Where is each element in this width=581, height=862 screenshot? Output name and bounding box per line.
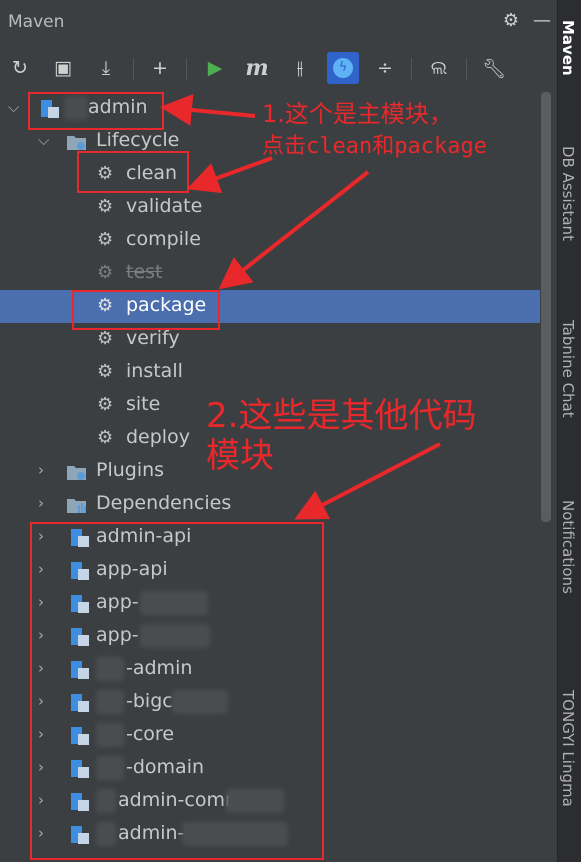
annotation-arrows [160,93,441,520]
tab-notifications[interactable]: Notifications [559,500,577,594]
tab-db-assistant[interactable]: DB Assistant [559,146,577,241]
tab-tongyi-lingma[interactable]: TONGYI Lingma [559,690,577,807]
tab-maven[interactable]: Maven [559,20,577,76]
arrow-to-package [218,170,370,290]
tool-window-strip: Maven DB Assistant Tabnine Chat Notifica… [557,0,581,862]
tab-tabnine-chat[interactable]: Tabnine Chat [559,320,577,418]
arrow-to-clean [186,156,273,194]
arrow-to-root [160,93,256,126]
arrow-to-modules [294,442,441,520]
